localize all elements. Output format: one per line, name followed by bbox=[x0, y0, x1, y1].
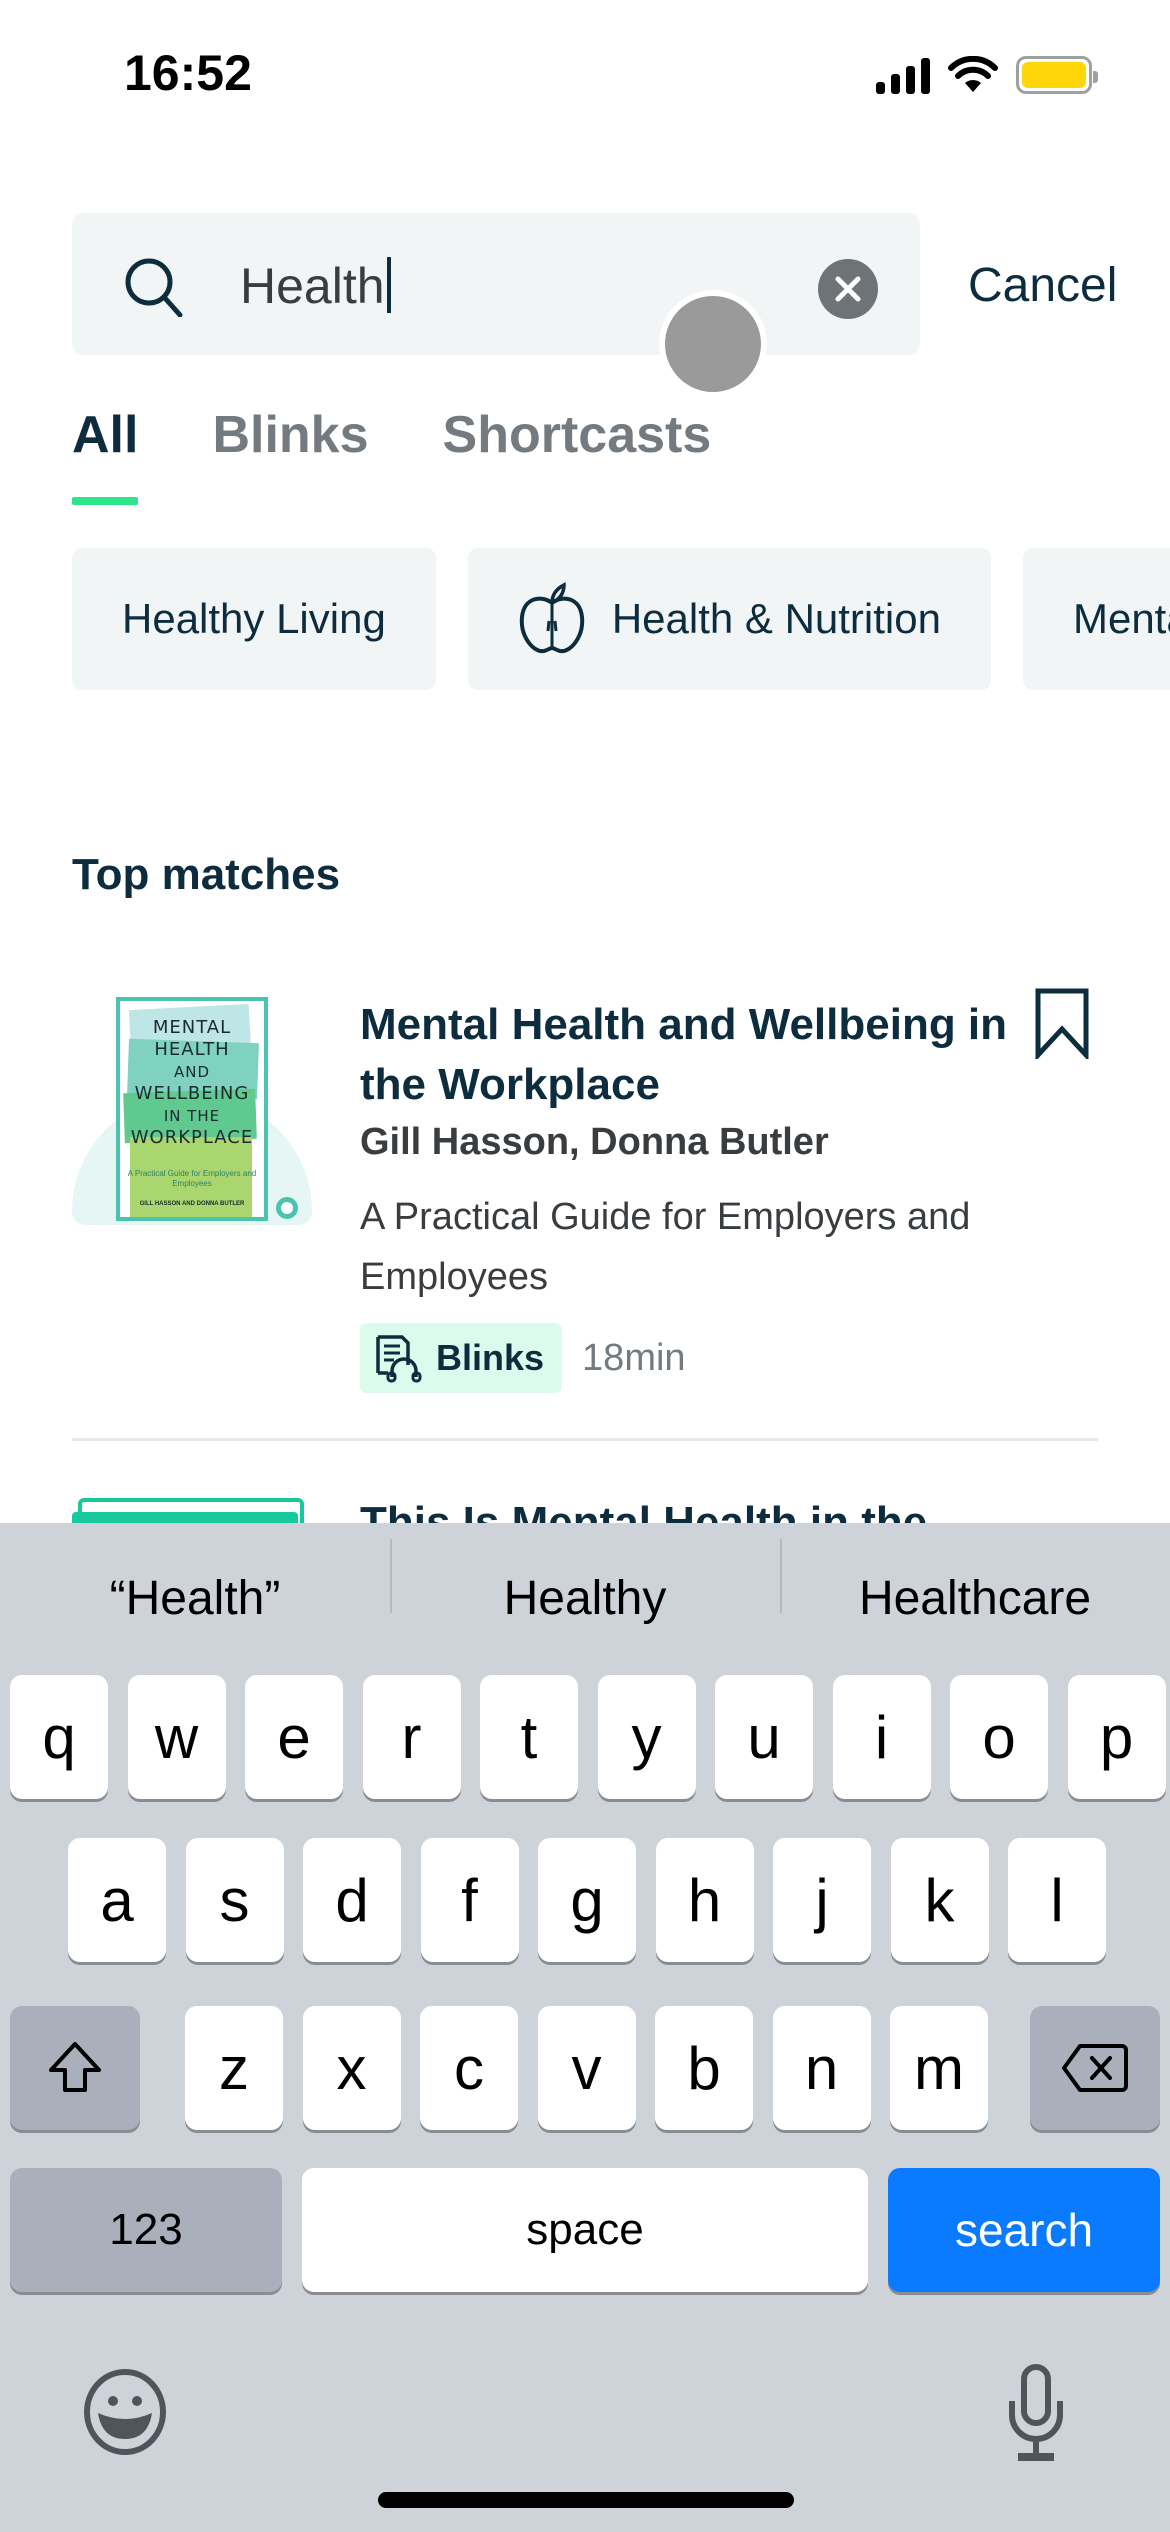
chip-health-nutrition[interactable]: Health & Nutrition bbox=[467, 548, 991, 690]
key-z[interactable]: z bbox=[185, 2006, 283, 2130]
duration: 18min bbox=[582, 1336, 686, 1379]
numbers-key[interactable]: 123 bbox=[10, 2168, 282, 2292]
suggestion-item[interactable]: Healthcare bbox=[780, 1538, 1170, 1626]
chip-label: Mental Health bbox=[1072, 595, 1170, 642]
text-caret bbox=[386, 257, 391, 313]
apple-icon bbox=[519, 582, 584, 654]
delete-key[interactable] bbox=[1030, 2006, 1160, 2130]
result-author: Gill Hasson, Donna Butler bbox=[360, 1121, 829, 1163]
cancel-button[interactable]: Cancel bbox=[968, 258, 1117, 313]
microphone-icon[interactable] bbox=[1006, 2363, 1066, 2463]
chip-mental-health[interactable]: Mental Health bbox=[1022, 548, 1170, 690]
key-p[interactable]: p bbox=[1067, 1675, 1166, 1799]
tab-all[interactable]: All bbox=[72, 405, 139, 505]
chip-healthy-living[interactable]: Healthy Living bbox=[72, 548, 436, 690]
tab-shortcasts[interactable]: Shortcasts bbox=[443, 405, 712, 505]
search-input-value: Health bbox=[240, 258, 385, 314]
key-m[interactable]: m bbox=[890, 2006, 988, 2130]
result-item[interactable]: MENTAL HEALTH AND WELLBEING IN THE WORKP… bbox=[72, 975, 1098, 1441]
key-l[interactable]: l bbox=[1008, 1838, 1106, 1962]
key-v[interactable]: v bbox=[537, 2006, 636, 2130]
search-key[interactable]: search bbox=[888, 2168, 1160, 2292]
tab-blinks[interactable]: Blinks bbox=[212, 405, 368, 505]
key-w[interactable]: w bbox=[127, 1675, 226, 1799]
on-screen-keyboard: “Health” Healthy Healthcare 123 space se… bbox=[0, 1523, 1170, 2532]
key-e[interactable]: e bbox=[245, 1675, 343, 1799]
battery-icon bbox=[1016, 56, 1098, 94]
key-h[interactable]: h bbox=[655, 1838, 754, 1962]
space-key[interactable]: space bbox=[302, 2168, 868, 2292]
clear-icon bbox=[835, 276, 861, 302]
book-cover: MENTAL HEALTH AND WELLBEING IN THE WORKP… bbox=[72, 985, 312, 1225]
key-d[interactable]: d bbox=[303, 1838, 401, 1962]
home-indicator[interactable] bbox=[378, 2492, 794, 2508]
shift-icon bbox=[49, 2042, 101, 2092]
key-t[interactable]: t bbox=[480, 1675, 578, 1799]
search-input[interactable]: Health bbox=[240, 257, 391, 315]
touch-indicator bbox=[665, 296, 761, 392]
blinks-icon bbox=[376, 1335, 422, 1383]
status-bar: 16:52 bbox=[0, 0, 1170, 150]
section-title-top-matches: Top matches bbox=[72, 850, 341, 899]
cover-tagline: A Practical Guide for Employers and Empl… bbox=[127, 1169, 257, 1188]
emoji-icon[interactable] bbox=[80, 2367, 170, 2457]
backspace-icon bbox=[1062, 2044, 1128, 2092]
result-subtitle: A Practical Guide for Employers and Empl… bbox=[360, 1196, 971, 1298]
status-time: 16:52 bbox=[124, 45, 252, 101]
result-title: Mental Health and Wellbeing in the Workp… bbox=[360, 1000, 1008, 1109]
cover-image: MENTAL HEALTH AND WELLBEING IN THE WORKP… bbox=[116, 997, 268, 1221]
content-type-badge: Blinks bbox=[360, 1323, 563, 1393]
wifi-icon bbox=[948, 56, 998, 92]
suggestion-item[interactable]: “Health” bbox=[0, 1571, 390, 1626]
key-u[interactable]: u bbox=[715, 1675, 813, 1799]
chip-label: Health & Nutrition bbox=[611, 595, 941, 642]
bookmark-icon[interactable] bbox=[1034, 987, 1090, 1059]
key-k[interactable]: k bbox=[890, 1838, 989, 1962]
content-type-label: Blinks bbox=[436, 1337, 545, 1378]
key-g[interactable]: g bbox=[538, 1838, 636, 1962]
key-o[interactable]: o bbox=[950, 1675, 1048, 1799]
key-y[interactable]: y bbox=[597, 1675, 696, 1799]
key-n[interactable]: n bbox=[772, 2006, 871, 2130]
key-a[interactable]: a bbox=[68, 1838, 166, 1962]
shift-key[interactable] bbox=[10, 2006, 140, 2130]
cover-authors: GILL HASSON AND DONNA BUTLER bbox=[139, 1201, 245, 1207]
autocorrect-bar: “Health” Healthy Healthcare bbox=[0, 1523, 1170, 1673]
chip-label: Healthy Living bbox=[122, 595, 386, 642]
result-meta: Blinks 18min bbox=[360, 1323, 686, 1393]
search-tabs: All Blinks Shortcasts bbox=[72, 405, 711, 505]
key-c[interactable]: c bbox=[420, 2006, 518, 2130]
cellular-signal-icon bbox=[876, 56, 930, 94]
key-i[interactable]: i bbox=[832, 1675, 931, 1799]
key-q[interactable]: q bbox=[10, 1675, 108, 1799]
search-icon bbox=[125, 258, 183, 317]
blinkist-badge-icon bbox=[276, 1197, 298, 1219]
suggestion-item[interactable]: Healthy bbox=[390, 1538, 780, 1626]
key-s[interactable]: s bbox=[185, 1838, 284, 1962]
key-x[interactable]: x bbox=[302, 2006, 401, 2130]
category-chips: Healthy Living Health & Nutrition Mental… bbox=[72, 548, 1170, 690]
cover-title: MENTAL HEALTH AND WELLBEING IN THE WORKP… bbox=[130, 1017, 254, 1148]
key-r[interactable]: r bbox=[362, 1675, 461, 1799]
key-f[interactable]: f bbox=[420, 1838, 519, 1962]
status-icons bbox=[876, 56, 1098, 94]
key-b[interactable]: b bbox=[655, 2006, 753, 2130]
clear-search-button[interactable] bbox=[818, 259, 878, 319]
search-field[interactable]: Health bbox=[72, 213, 920, 355]
key-j[interactable]: j bbox=[773, 1838, 871, 1962]
